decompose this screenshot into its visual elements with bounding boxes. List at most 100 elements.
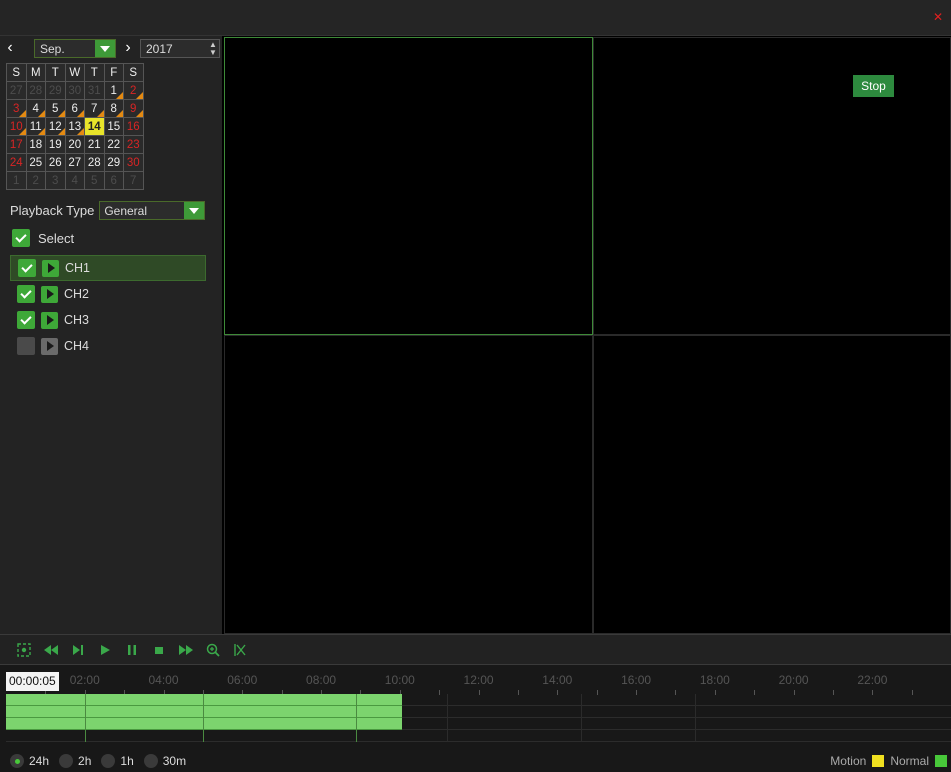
- calendar-day[interactable]: 22: [103, 135, 124, 154]
- calendar-day[interactable]: 17: [6, 135, 27, 154]
- calendar-day[interactable]: 6: [64, 99, 85, 118]
- video-cell-ch2[interactable]: Stop: [593, 37, 951, 335]
- calendar-day[interactable]: 5: [45, 99, 66, 118]
- timeline-tick: [911, 690, 913, 695]
- calendar-day[interactable]: 25: [25, 153, 46, 172]
- calendar-day[interactable]: 1: [103, 81, 124, 100]
- calendar-day[interactable]: 2: [123, 81, 144, 100]
- calendar-day[interactable]: 2: [25, 171, 46, 190]
- stop-button[interactable]: Stop: [853, 75, 894, 97]
- video-cell-ch1[interactable]: [224, 37, 593, 335]
- calendar-day[interactable]: 31: [84, 81, 105, 100]
- step-forward-icon[interactable]: [66, 640, 89, 660]
- chevron-right-icon[interactable]: ›: [120, 39, 136, 57]
- calendar-day[interactable]: 18: [25, 135, 46, 154]
- calendar-day[interactable]: 9: [123, 99, 144, 118]
- calendar-day[interactable]: 11: [25, 117, 46, 136]
- stop-icon[interactable]: [147, 640, 170, 660]
- channel-checkbox[interactable]: [17, 311, 35, 329]
- snapshot-icon[interactable]: [12, 640, 35, 660]
- chevron-down-icon[interactable]: [184, 202, 205, 219]
- calendar-day[interactable]: 19: [45, 135, 66, 154]
- calendar-day[interactable]: 6: [103, 171, 124, 190]
- timeline[interactable]: 00:00:05 02:00 04:00 06:00 08:00 10:00 12:00 1…: [0, 664, 951, 750]
- video-cell-ch3[interactable]: [224, 335, 593, 634]
- calendar-day[interactable]: 29: [103, 153, 124, 172]
- calendar-day[interactable]: 24: [6, 153, 27, 172]
- calendar-day[interactable]: 12: [45, 117, 66, 136]
- fast-forward-icon[interactable]: [174, 640, 197, 660]
- channel-checkbox[interactable]: [18, 259, 36, 277]
- timeline-hour-label: 04:00: [148, 673, 179, 687]
- select-all-checkbox[interactable]: [12, 229, 30, 247]
- calendar-day[interactable]: 3: [6, 99, 27, 118]
- play-icon[interactable]: [41, 311, 58, 329]
- calendar-day[interactable]: 20: [64, 135, 85, 154]
- play-icon[interactable]: [42, 259, 59, 277]
- calendar-day[interactable]: 3: [45, 171, 66, 190]
- timeline-gridline: [356, 694, 358, 742]
- calendar-day[interactable]: 14: [84, 117, 105, 136]
- calendar-day[interactable]: 7: [84, 99, 105, 118]
- play-icon[interactable]: [93, 640, 116, 660]
- channel-checkbox[interactable]: [17, 285, 35, 303]
- calendar-day[interactable]: 23: [123, 135, 144, 154]
- select-all-label: Select: [38, 230, 75, 246]
- channel-item-ch3[interactable]: CH3: [10, 307, 206, 333]
- zoom-option-1h[interactable]: 1h: [101, 754, 134, 768]
- spin-arrows-icon[interactable]: ▲ ▼: [207, 40, 219, 57]
- play-icon[interactable]: [41, 337, 58, 355]
- calendar-day[interactable]: 15: [103, 117, 124, 136]
- calendar-day[interactable]: 28: [25, 81, 46, 100]
- year-spinner[interactable]: 2017 ▲ ▼: [140, 39, 220, 58]
- radio-button[interactable]: [59, 754, 74, 768]
- calendar-day[interactable]: 7: [123, 171, 144, 190]
- calendar-day[interactable]: 30: [64, 81, 85, 100]
- timeline-hour-label: 20:00: [778, 673, 809, 687]
- weekday-header: F: [103, 63, 124, 82]
- chevron-down-icon[interactable]: [95, 40, 115, 57]
- calendar-day[interactable]: 16: [123, 117, 144, 136]
- calendar-day[interactable]: 28: [84, 153, 105, 172]
- playback-type-value: General: [104, 203, 148, 218]
- channel-item-ch4[interactable]: CH4: [10, 333, 206, 359]
- calendar-day[interactable]: 10: [6, 117, 27, 136]
- calendar-day[interactable]: 29: [45, 81, 66, 100]
- calendar-day[interactable]: 26: [45, 153, 66, 172]
- pause-icon[interactable]: [120, 640, 143, 660]
- play-icon[interactable]: [41, 285, 58, 303]
- calendar-day[interactable]: 21: [84, 135, 105, 154]
- channel-checkbox[interactable]: [17, 337, 35, 355]
- channel-list: CH1 CH2 CH3 CH4: [10, 255, 206, 359]
- channel-item-ch2[interactable]: CH2: [10, 281, 206, 307]
- video-cell-ch4[interactable]: [593, 335, 951, 634]
- clip-icon[interactable]: [228, 640, 251, 660]
- chevron-left-icon[interactable]: ‹: [2, 39, 18, 57]
- playback-type-select[interactable]: General: [99, 201, 206, 220]
- calendar-day[interactable]: 5: [84, 171, 105, 190]
- close-icon[interactable]: ✕: [932, 11, 944, 23]
- timeline-track-ch4[interactable]: [6, 730, 951, 742]
- rewind-icon[interactable]: [39, 640, 62, 660]
- calendar-day[interactable]: 30: [123, 153, 144, 172]
- select-all-row[interactable]: Select: [12, 229, 74, 247]
- calendar-day[interactable]: 27: [64, 153, 85, 172]
- zoom-in-icon[interactable]: [201, 640, 224, 660]
- weekday-header: S: [6, 63, 27, 82]
- zoom-option-24h[interactable]: 24h: [10, 754, 49, 768]
- month-select[interactable]: Sep.: [34, 39, 116, 58]
- timeline-hour-label: 18:00: [699, 673, 730, 687]
- calendar-day[interactable]: 27: [6, 81, 27, 100]
- calendar-day[interactable]: 8: [103, 99, 124, 118]
- zoom-option-2h[interactable]: 2h: [59, 754, 91, 768]
- radio-button[interactable]: [143, 754, 158, 768]
- channel-item-ch1[interactable]: CH1: [10, 255, 206, 281]
- zoom-option-30m[interactable]: 30m: [143, 754, 186, 768]
- calendar-day[interactable]: 1: [6, 171, 27, 190]
- calendar-day[interactable]: 13: [64, 117, 85, 136]
- calendar-day[interactable]: 4: [25, 99, 46, 118]
- radio-button[interactable]: [101, 754, 116, 768]
- weekday-header: M: [25, 63, 46, 82]
- radio-button[interactable]: [10, 754, 24, 768]
- calendar-day[interactable]: 4: [64, 171, 85, 190]
